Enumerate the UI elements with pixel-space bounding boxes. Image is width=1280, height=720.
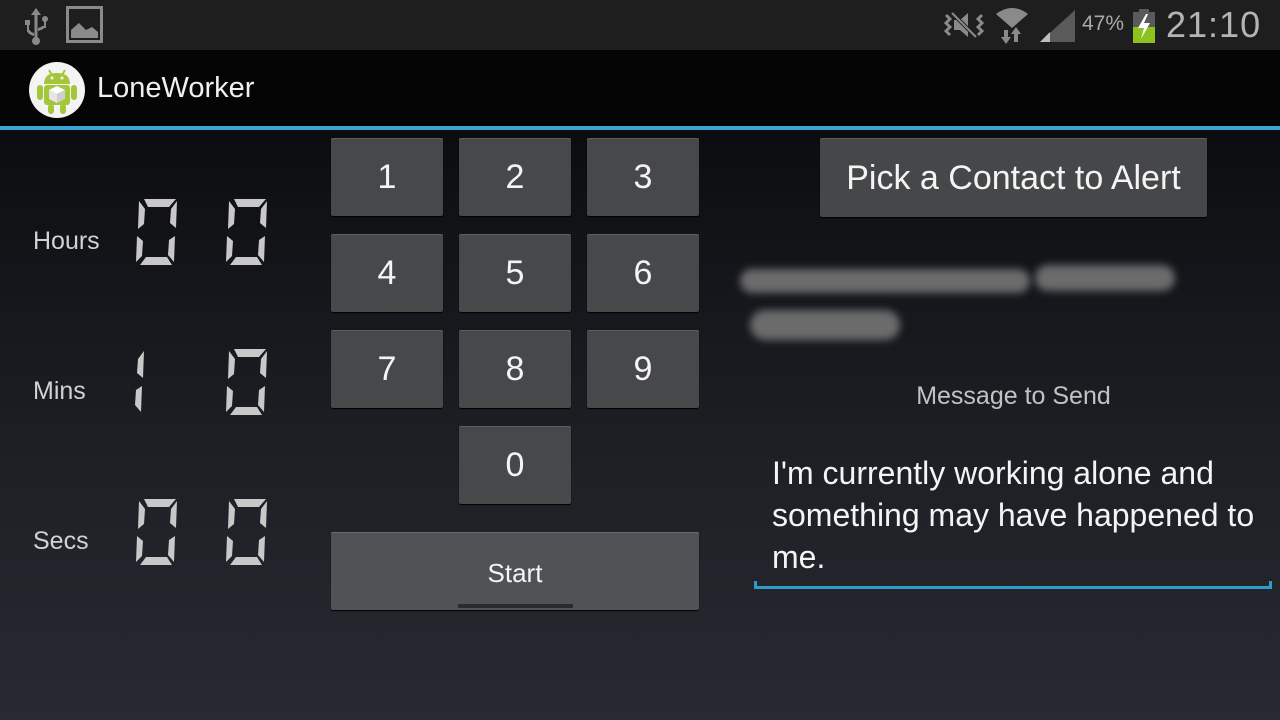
seven-segment-glyph [226, 349, 267, 415]
seven-segment-glyph [226, 499, 267, 565]
segment-g [142, 378, 173, 386]
segment-a [144, 349, 176, 357]
key-0[interactable]: 0 [459, 426, 571, 504]
segment-d [230, 407, 262, 415]
mins-label: Mins [33, 377, 86, 405]
segment-f [228, 201, 235, 229]
action-bar-divider [0, 126, 1280, 130]
segment-c [168, 236, 175, 262]
battery-charging-icon [1131, 9, 1157, 47]
segment-e [226, 236, 233, 262]
seven-segment-glyph [135, 349, 176, 415]
segment-a [144, 499, 176, 507]
segment-e [226, 386, 233, 412]
hours-ones-digit [224, 198, 268, 266]
secs-ones-digit [224, 498, 268, 566]
segment-e [226, 536, 233, 562]
key-4[interactable]: 4 [331, 234, 443, 312]
segment-f [138, 501, 145, 529]
mute-icon [943, 10, 985, 44]
selected-contact-redacted [735, 255, 1185, 350]
segment-f [228, 351, 235, 379]
message-label: Message to Send [916, 382, 1111, 410]
segment-c [258, 536, 265, 562]
segment-f [138, 351, 145, 379]
segment-c [258, 386, 265, 412]
segment-d [230, 557, 262, 565]
mins-tens-digit [134, 348, 178, 416]
mins-ones-digit [224, 348, 268, 416]
usb-icon [22, 6, 50, 50]
seven-segment-glyph [136, 199, 177, 265]
segment-a [234, 499, 266, 507]
segment-a [144, 199, 176, 207]
segment-g [142, 228, 173, 236]
segment-a [234, 199, 266, 207]
segment-d [230, 257, 262, 265]
seven-segment-glyph [136, 499, 177, 565]
key-3[interactable]: 3 [587, 138, 699, 216]
segment-d [140, 257, 172, 265]
signal-icon [1040, 10, 1076, 46]
status-bar: 47% 21:10 [0, 0, 1280, 50]
segment-g [232, 378, 263, 386]
key-7[interactable]: 7 [331, 330, 443, 408]
segment-d [140, 557, 172, 565]
segment-b [260, 201, 267, 228]
hours-tens-digit [134, 198, 178, 266]
start-button-label: Start [487, 558, 543, 588]
segment-c [258, 236, 265, 262]
android-app-icon[interactable] [29, 62, 85, 118]
segment-g [142, 528, 173, 536]
segment-e [136, 386, 143, 412]
segment-e [136, 536, 143, 562]
seven-segment-glyph [226, 199, 267, 265]
segment-b [170, 201, 177, 228]
segment-c [168, 536, 175, 562]
start-focus-indicator [458, 604, 573, 608]
segment-a [234, 349, 266, 357]
app-title: LoneWorker [97, 72, 255, 104]
key-6[interactable]: 6 [587, 234, 699, 312]
pick-contact-button[interactable]: Pick a Contact to Alert [820, 138, 1207, 217]
segment-g [232, 228, 263, 236]
start-button[interactable]: Start [331, 532, 699, 610]
segment-b [260, 351, 267, 378]
gallery-icon [66, 6, 103, 47]
segment-b [260, 501, 267, 528]
segment-e [136, 236, 143, 262]
key-8[interactable]: 8 [459, 330, 571, 408]
segment-f [228, 501, 235, 529]
key-1[interactable]: 1 [331, 138, 443, 216]
segment-f [138, 201, 145, 229]
clock: 21:10 [1166, 4, 1262, 45]
segment-d [140, 407, 172, 415]
segment-b [170, 501, 177, 528]
secs-tens-digit [134, 498, 178, 566]
key-2[interactable]: 2 [459, 138, 571, 216]
key-5[interactable]: 5 [459, 234, 571, 312]
wifi-icon [994, 6, 1030, 48]
message-input-underline [754, 581, 1272, 589]
segment-g [232, 528, 263, 536]
key-9[interactable]: 9 [587, 330, 699, 408]
message-input[interactable]: I'm currently working alone and somethin… [757, 452, 1269, 584]
secs-label: Secs [33, 527, 89, 555]
hours-label: Hours [33, 227, 100, 255]
battery-percent: 47% [1082, 12, 1125, 35]
